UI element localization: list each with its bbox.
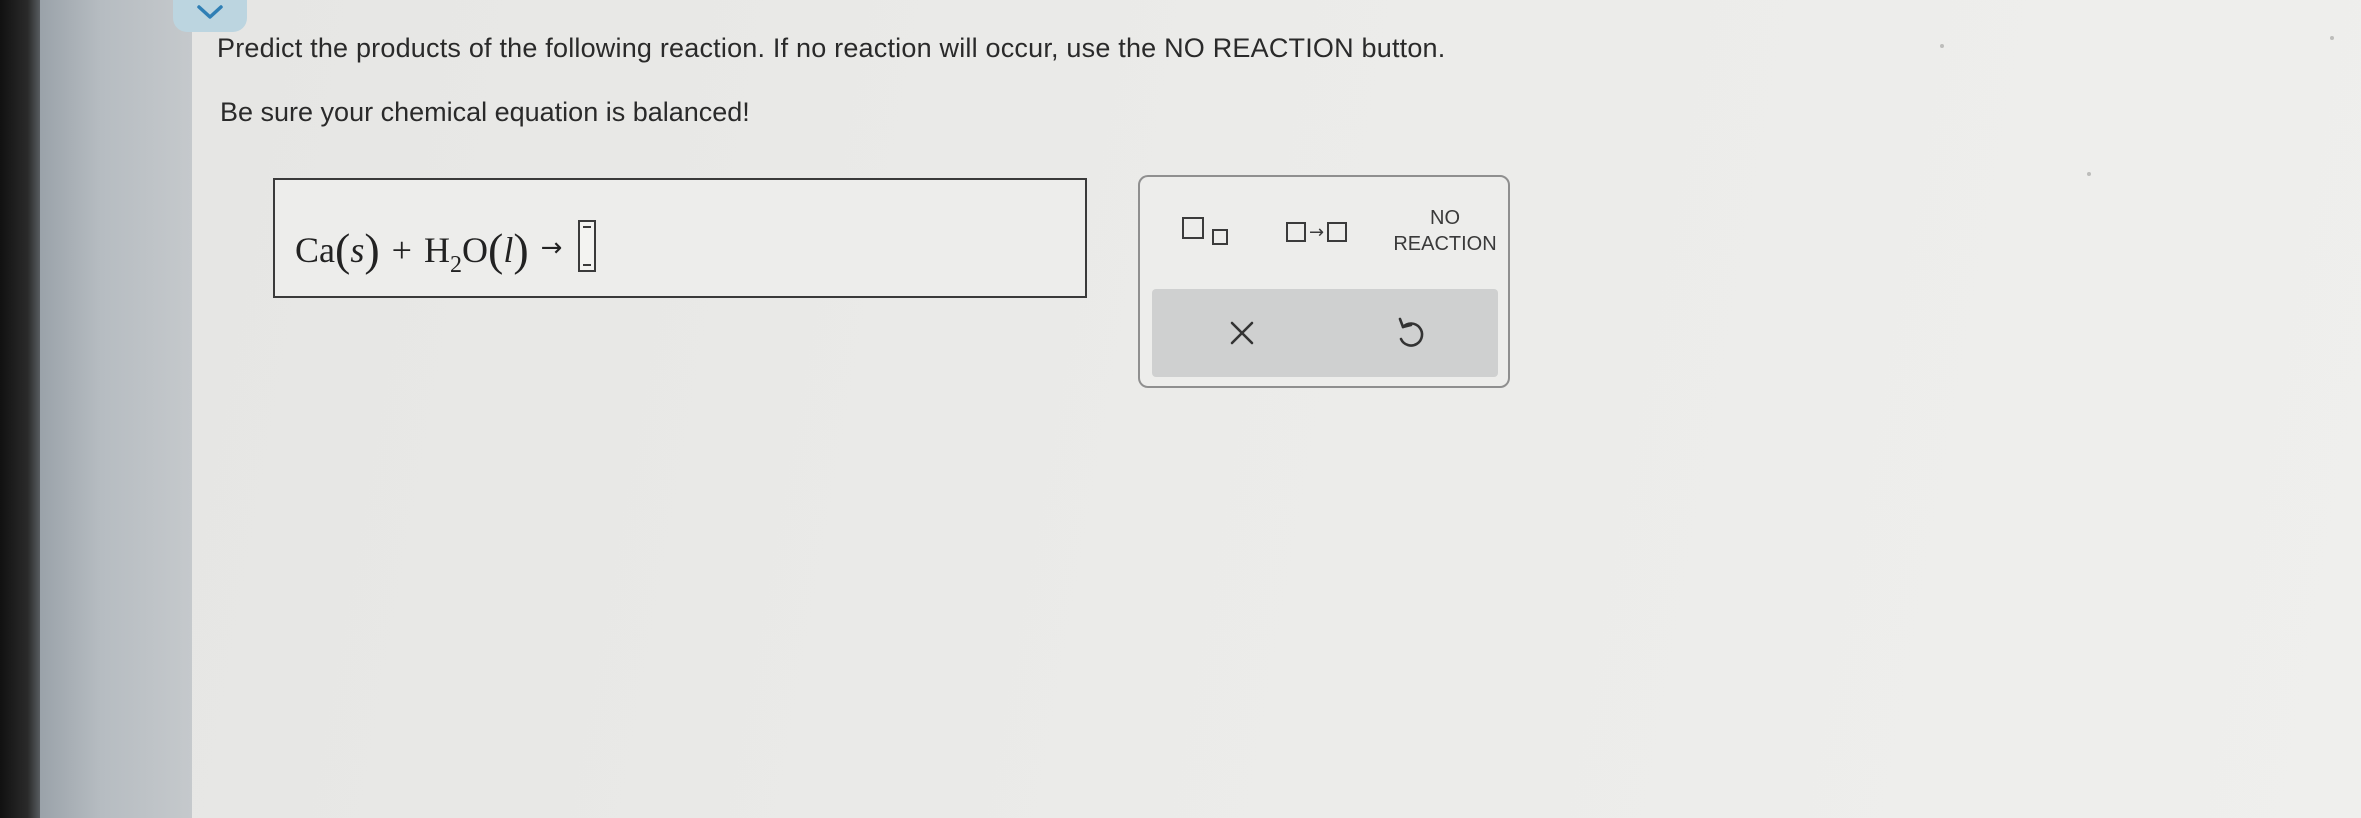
collapse-tab[interactable]: [173, 0, 247, 32]
equation-answer-box[interactable]: Ca ( s ) + H 2 O ( l ) →: [273, 178, 1087, 298]
screen-speck: [2087, 172, 2091, 176]
question-prompt: Predict the products of the following re…: [217, 33, 1446, 63]
reaction-arrow-icon: →: [1309, 221, 1325, 243]
reactant-calcium: Ca: [295, 230, 335, 270]
plus-sign: +: [391, 230, 412, 270]
reactant-water-o: O: [461, 230, 488, 270]
state-liquid: l: [503, 230, 514, 270]
product-input-slot[interactable]: [578, 220, 597, 272]
chemical-equation: Ca ( s ) + H 2 O ( l ) →: [295, 210, 597, 278]
balance-note: Be sure your chemical equation is balanc…: [220, 97, 750, 127]
subscript-tool-button[interactable]: [1182, 217, 1236, 249]
reactant-water-h: H: [423, 230, 450, 270]
reaction-arrow: →: [540, 233, 563, 263]
screen-speck: [2330, 36, 2334, 40]
no-reaction-label-line2: REACTION: [1393, 233, 1497, 255]
undo-icon: [1398, 317, 1424, 347]
reaction-arrow-tool-button[interactable]: →: [1286, 217, 1366, 247]
close-x-icon: [1230, 321, 1254, 345]
subscript-small-box-icon: [1212, 229, 1228, 245]
reactant-box-icon: [1286, 222, 1306, 242]
undo-button[interactable]: [1392, 313, 1428, 353]
no-reaction-button[interactable]: NO REACTION: [1380, 205, 1510, 257]
chevron-down-icon: [197, 5, 223, 19]
subscript-box-icon: [1182, 217, 1204, 239]
left-sidebar-strip: [40, 0, 192, 818]
equation-tool-panel: → NO REACTION: [1138, 175, 1510, 388]
action-bar: [1152, 289, 1498, 377]
no-reaction-label-line1: NO: [1430, 207, 1460, 229]
screen-speck: [1940, 44, 1944, 48]
product-box-icon: [1327, 222, 1348, 242]
water-subscript: 2: [449, 252, 462, 278]
clear-button[interactable]: [1224, 315, 1260, 351]
state-solid: s: [350, 230, 365, 270]
